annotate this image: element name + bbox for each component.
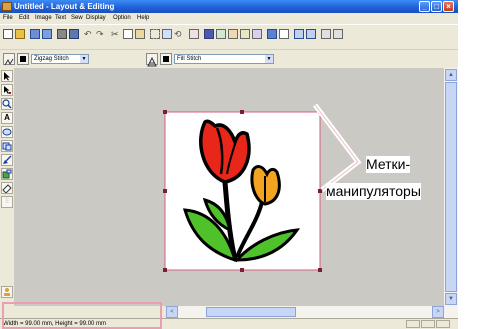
- status-panel: [421, 320, 435, 328]
- undo-icon[interactable]: ↶: [84, 29, 94, 39]
- group-icon[interactable]: [150, 29, 160, 39]
- cross-stitch-icon[interactable]: [228, 29, 238, 39]
- menu-bar: File Edit Image Text Sew Display Option …: [0, 13, 458, 24]
- user-icon[interactable]: [1, 286, 13, 298]
- fill-tool-icon[interactable]: [1, 168, 13, 180]
- menu-sew[interactable]: Sew: [71, 14, 83, 23]
- menu-image[interactable]: Image: [35, 14, 52, 23]
- copy-icon[interactable]: [123, 29, 133, 39]
- menu-file[interactable]: File: [3, 14, 13, 23]
- line-stitch-value: Zigzag Stitch: [34, 56, 69, 62]
- realistic-preview-icon[interactable]: [279, 29, 289, 39]
- scroll-left-button[interactable]: <: [166, 306, 178, 318]
- window-title: Untitled - Layout & Editing: [14, 2, 115, 11]
- stitch-toolbar: Zigzag Stitch ▼ Fill Stitch ▼: [0, 49, 458, 68]
- horizontal-scroll-thumb[interactable]: [206, 307, 296, 317]
- stitch-simulator-icon[interactable]: [321, 29, 331, 39]
- programmable-stitch-icon[interactable]: [252, 29, 262, 39]
- status-panel: [436, 320, 450, 328]
- text-tool-icon[interactable]: A: [1, 112, 13, 124]
- ellipse-tool-icon[interactable]: [1, 126, 13, 138]
- line-sew-icon[interactable]: [3, 53, 15, 66]
- design-center-icon[interactable]: [240, 29, 250, 39]
- menu-edit[interactable]: Edit: [19, 14, 29, 23]
- redo-icon[interactable]: ↷: [96, 29, 106, 39]
- cut-icon[interactable]: ✂: [111, 29, 121, 39]
- eraser-tool-icon[interactable]: [1, 182, 13, 194]
- save-as-icon[interactable]: [42, 29, 52, 39]
- callout-label-line1: Метки-: [366, 156, 411, 173]
- scroll-down-button[interactable]: ▼: [445, 293, 457, 305]
- region-sew-icon[interactable]: [146, 53, 158, 67]
- app-icon[interactable]: [2, 2, 12, 11]
- transfer-icon[interactable]: [69, 29, 79, 39]
- design-size-status: Width = 99.00 mm, Height = 99.00 mm: [3, 321, 107, 327]
- menu-option[interactable]: Option: [113, 14, 131, 23]
- scroll-right-button[interactable]: >: [432, 306, 444, 318]
- design-property-icon[interactable]: [294, 29, 304, 39]
- shape-tool-icon[interactable]: [1, 140, 13, 152]
- design-page[interactable]: [165, 112, 320, 270]
- tool-palette: A ⫶⫶: [0, 68, 14, 313]
- title-bar[interactable]: Untitled - Layout & Editing _ □ ×: [0, 0, 458, 13]
- print-icon[interactable]: [57, 29, 67, 39]
- align-icon[interactable]: [162, 29, 172, 39]
- menu-help[interactable]: Help: [137, 14, 149, 23]
- thread-chart-icon[interactable]: [333, 29, 343, 39]
- save-icon[interactable]: [30, 29, 40, 39]
- photo-stitch-icon[interactable]: [216, 29, 226, 39]
- image-wizard-icon[interactable]: [189, 29, 199, 39]
- chevron-down-icon[interactable]: ▼: [265, 55, 273, 63]
- tulip-design[interactable]: [165, 112, 320, 270]
- rotate-icon[interactable]: ⟲: [174, 29, 184, 39]
- region-color-button[interactable]: [160, 53, 172, 65]
- edit-tool-icon[interactable]: [1, 154, 13, 166]
- line-stitch-select[interactable]: Zigzag Stitch ▼: [31, 54, 89, 64]
- status-bar: Width = 99.00 mm, Height = 99.00 mm: [0, 318, 458, 329]
- view-icon[interactable]: [267, 29, 277, 39]
- horizontal-scrollbar[interactable]: < >: [166, 306, 458, 318]
- maximize-button[interactable]: □: [431, 1, 442, 12]
- paste-icon[interactable]: [135, 29, 145, 39]
- vertical-scrollbar[interactable]: ▲ ▼: [444, 68, 458, 306]
- chevron-down-icon[interactable]: ▼: [80, 55, 88, 63]
- main-toolbar: ↶ ↷ ✂ ⟲: [0, 24, 458, 49]
- zoom-icon[interactable]: [1, 98, 13, 110]
- red-tulip: [199, 119, 251, 184]
- image-to-stitch-icon[interactable]: [204, 29, 214, 39]
- vertical-scroll-thumb[interactable]: [445, 82, 457, 292]
- sewing-order-icon[interactable]: [306, 29, 316, 39]
- open-folder-icon[interactable]: [15, 29, 25, 39]
- select-arrow-icon[interactable]: [1, 70, 13, 82]
- menu-display[interactable]: Display: [86, 14, 106, 23]
- callout-label-line2: манипуляторы: [326, 183, 421, 200]
- minimize-button[interactable]: _: [419, 1, 430, 12]
- stitch-tool-icon[interactable]: ⫶⫶: [1, 196, 13, 208]
- region-stitch-select[interactable]: Fill Stitch ▼: [174, 54, 274, 64]
- region-stitch-value: Fill Stitch: [177, 56, 202, 62]
- scroll-up-button[interactable]: ▲: [445, 69, 457, 81]
- point-edit-icon[interactable]: [1, 84, 13, 96]
- close-button[interactable]: ×: [443, 1, 454, 12]
- status-panel: [406, 320, 420, 328]
- new-file-icon[interactable]: [3, 29, 13, 39]
- line-color-button[interactable]: [17, 53, 29, 65]
- menu-text[interactable]: Text: [55, 14, 66, 23]
